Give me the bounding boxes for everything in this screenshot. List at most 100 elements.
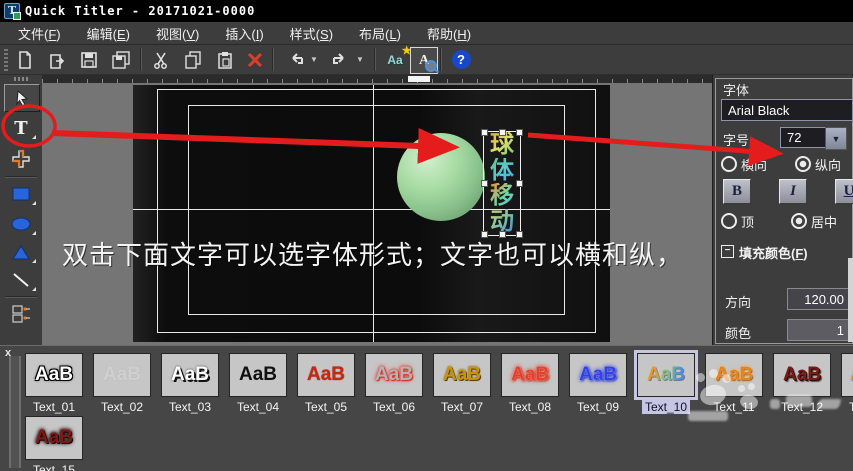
font-size-dropdown[interactable]: ▼ bbox=[825, 127, 847, 150]
direction-value-field[interactable]: 120.00 bbox=[787, 288, 850, 310]
ellipse-tool[interactable] bbox=[4, 211, 38, 237]
open-button[interactable] bbox=[44, 47, 70, 72]
ellipse-icon bbox=[11, 217, 31, 231]
align-center-label[interactable]: 居中 bbox=[811, 212, 837, 231]
style-preview: AaB bbox=[229, 353, 287, 397]
center-guide-vertical bbox=[373, 85, 374, 342]
rectangle-tool[interactable] bbox=[4, 181, 38, 207]
style-preview: AaB bbox=[569, 353, 627, 397]
panel-scrollbar[interactable] bbox=[848, 258, 853, 342]
save-button[interactable] bbox=[76, 47, 102, 72]
menu-edit[interactable]: 编辑(E) bbox=[87, 24, 130, 43]
copy-button[interactable] bbox=[180, 47, 206, 72]
style-item-selected[interactable]: AaB Text_10 bbox=[634, 350, 698, 414]
orientation-horizontal-radio[interactable] bbox=[721, 156, 737, 172]
style-library-panel: x AaB Text_01 AaB Text_02 AaB Text_03 AaB Te… bbox=[0, 345, 853, 471]
style-item[interactable]: AaB Text_04 bbox=[229, 353, 287, 414]
triangle-icon bbox=[12, 244, 30, 259]
collapse-section-icon[interactable]: − bbox=[721, 245, 734, 258]
palette-separator bbox=[5, 176, 37, 178]
menu-file[interactable]: 文件(F) bbox=[18, 24, 61, 43]
menu-layout[interactable]: 布局(L) bbox=[359, 24, 401, 43]
vertical-text-object[interactable]: 球 体 移 动 bbox=[481, 129, 523, 238]
selection-handle[interactable] bbox=[481, 180, 488, 187]
style-item[interactable]: AaB Text_07 bbox=[433, 353, 491, 414]
ruler-marker bbox=[408, 76, 430, 82]
align-top-label[interactable]: 顶 bbox=[741, 212, 754, 231]
align-top-radio[interactable] bbox=[721, 213, 737, 229]
style-item[interactable]: AaB Text_02 bbox=[93, 353, 151, 414]
menu-style[interactable]: 样式(S) bbox=[290, 24, 333, 43]
tool-flyout-arrow bbox=[32, 259, 36, 263]
green-sphere[interactable] bbox=[397, 133, 485, 221]
style-item[interactable]: AaB Text_12 bbox=[773, 353, 831, 414]
underline-button[interactable]: U bbox=[835, 179, 853, 204]
transform-tool[interactable] bbox=[4, 146, 38, 172]
style-preview: AaB bbox=[161, 353, 219, 397]
style-item[interactable]: AaB Text_11 bbox=[705, 353, 763, 414]
select-tool[interactable] bbox=[4, 84, 40, 112]
object-layout-tool[interactable] bbox=[4, 301, 38, 327]
selection-handle[interactable] bbox=[516, 180, 523, 187]
vertical-text-char: 体 bbox=[484, 157, 520, 184]
orientation-horizontal-label[interactable]: 横向 bbox=[741, 155, 767, 174]
delete-button[interactable] bbox=[242, 47, 268, 72]
style-item[interactable]: AaB Text_15 bbox=[25, 416, 83, 471]
cut-button[interactable] bbox=[148, 47, 174, 72]
style-label: Text_09 bbox=[576, 400, 620, 414]
orientation-vertical-radio[interactable] bbox=[795, 156, 811, 172]
new-document-button[interactable] bbox=[12, 47, 38, 72]
copy-icon bbox=[185, 50, 201, 69]
style-item[interactable]: AaB Text_13 bbox=[841, 353, 853, 414]
undo-button[interactable] bbox=[282, 47, 308, 72]
orientation-vertical-label[interactable]: 纵向 bbox=[815, 155, 841, 174]
paste-button[interactable] bbox=[212, 47, 238, 72]
menu-insert[interactable]: 插入(I) bbox=[225, 24, 263, 43]
align-center-radio[interactable] bbox=[791, 213, 807, 229]
style-item[interactable]: AaB Text_05 bbox=[297, 353, 355, 414]
style-preview: AaB bbox=[365, 353, 423, 397]
undo-dropdown[interactable]: ▼ bbox=[310, 55, 318, 64]
selection-handle[interactable] bbox=[481, 129, 488, 136]
quick-titler-window: T Quick Titler - 20171021-0000 文件(F) 编辑(… bbox=[0, 0, 853, 471]
selection-handle[interactable] bbox=[499, 231, 506, 238]
text-tool-icon: T bbox=[14, 117, 28, 139]
help-button[interactable]: ? bbox=[448, 47, 474, 72]
menu-help[interactable]: 帮助(H) bbox=[427, 24, 471, 43]
font-name-field[interactable]: Arial Black bbox=[721, 99, 853, 121]
menu-view[interactable]: 视图(V) bbox=[156, 24, 199, 43]
italic-button[interactable]: I bbox=[779, 179, 807, 204]
save-all-button[interactable] bbox=[108, 47, 134, 72]
triangle-tool[interactable] bbox=[4, 239, 38, 265]
style-item[interactable]: AaB Text_08 bbox=[501, 353, 559, 414]
style-item[interactable]: AaB Text_09 bbox=[569, 353, 627, 414]
line-icon bbox=[13, 273, 29, 287]
selection-handle[interactable] bbox=[499, 129, 506, 136]
canvas-area[interactable]: 球 体 移 动 双击下面文字可以选字体形式；文字也可以横和纵， bbox=[42, 75, 712, 345]
selection-handle[interactable] bbox=[516, 129, 523, 136]
title-canvas[interactable]: 球 体 移 动 bbox=[133, 85, 610, 342]
redo-dropdown[interactable]: ▼ bbox=[356, 55, 364, 64]
style-item[interactable]: AaB Text_01 bbox=[25, 353, 83, 414]
font-preview-button[interactable]: A bbox=[410, 47, 438, 74]
style-label: Text_11 bbox=[713, 400, 755, 414]
line-tool[interactable] bbox=[4, 267, 38, 293]
style-item[interactable]: AaB Text_03 bbox=[161, 353, 219, 414]
style-label: Text_10 bbox=[641, 400, 691, 414]
center-guide-horizontal bbox=[133, 209, 610, 210]
style-label: Text_12 bbox=[780, 400, 824, 414]
bold-button[interactable]: B bbox=[723, 179, 751, 204]
toolbar-separator bbox=[374, 48, 376, 71]
selection-handle[interactable] bbox=[481, 231, 488, 238]
style-label: Text_05 bbox=[304, 400, 348, 414]
text-tool[interactable]: T bbox=[4, 115, 38, 141]
library-scrollbar[interactable] bbox=[9, 356, 21, 468]
fill-color-section-label[interactable]: 填充颜色(F) bbox=[739, 243, 808, 262]
selection-handle[interactable] bbox=[516, 231, 523, 238]
redo-button[interactable] bbox=[328, 47, 354, 72]
text-style-button[interactable]: Aa ★ bbox=[382, 44, 412, 72]
text-style-icon: Aa ★ bbox=[387, 44, 412, 67]
redo-icon bbox=[333, 52, 344, 64]
style-item[interactable]: AaB Text_06 bbox=[365, 353, 423, 414]
color-value-field[interactable]: 1 bbox=[787, 319, 850, 341]
